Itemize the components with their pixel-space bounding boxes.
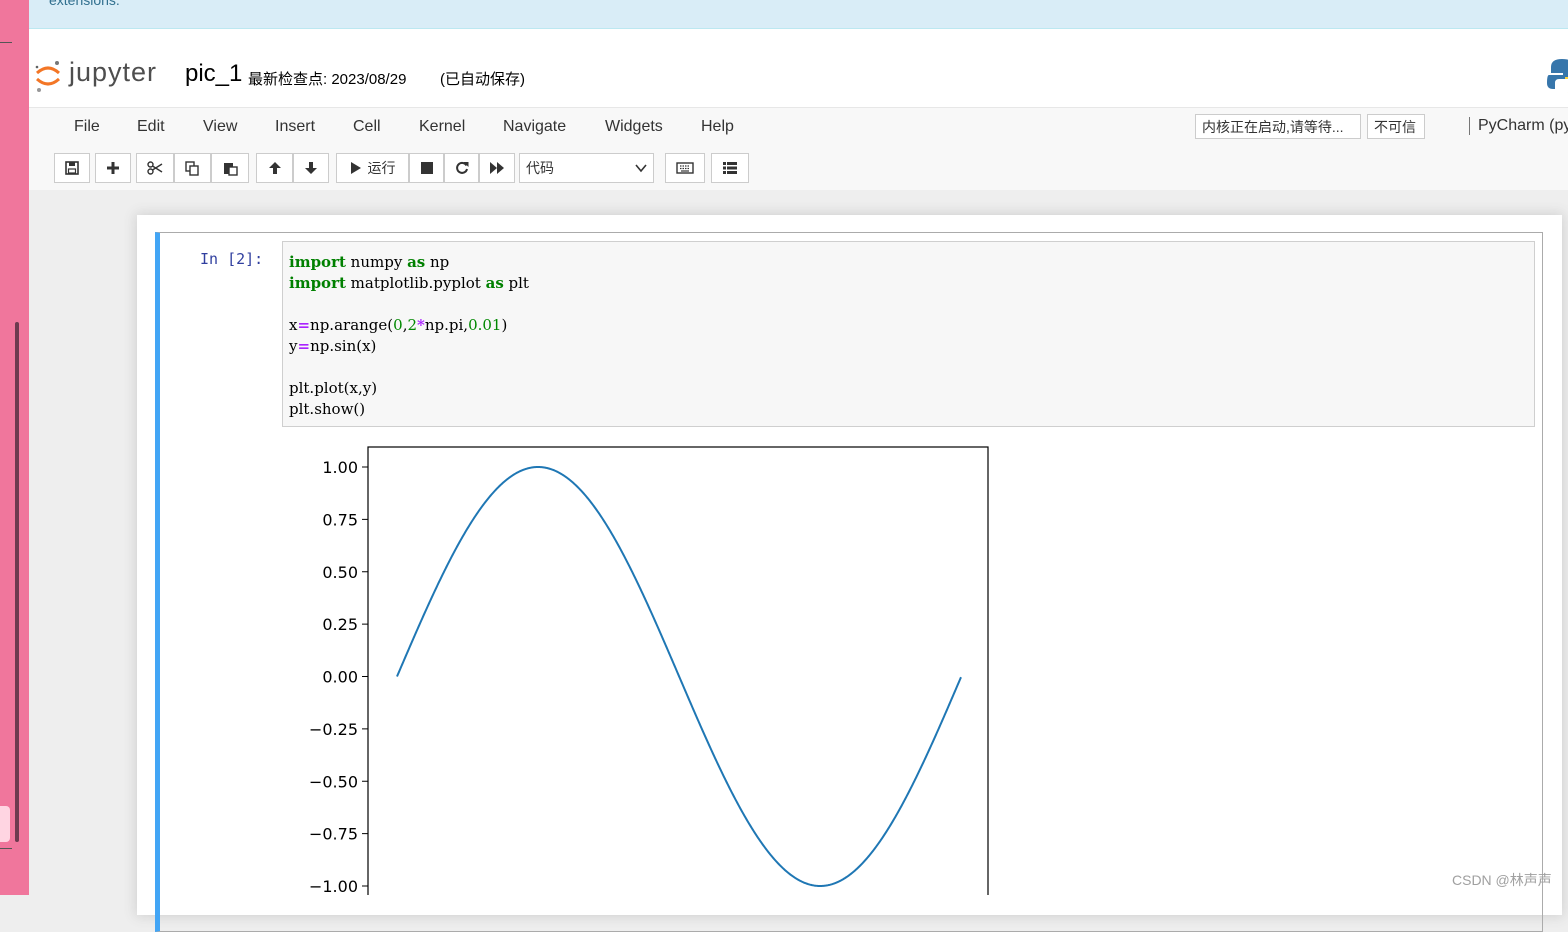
code-number: 0.01 <box>468 316 502 334</box>
play-icon <box>350 162 361 174</box>
restart-icon <box>455 161 468 174</box>
menu-view[interactable]: View <box>203 118 237 136</box>
fast-forward-icon <box>490 162 504 174</box>
cell-type-value: 代码 <box>526 160 554 176</box>
scissors-icon <box>147 161 163 175</box>
code-line-0-keyword: as <box>407 253 426 271</box>
toc-button[interactable] <box>711 153 749 183</box>
menu-kernel[interactable]: Kernel <box>419 118 465 136</box>
menu-navigate[interactable]: Navigate <box>503 118 566 136</box>
insert-cell-button[interactable] <box>95 153 131 183</box>
y-tick-label: −0.75 <box>309 825 358 844</box>
trust-indicator[interactable]: 不可信 <box>1367 114 1425 139</box>
code-number: 0 <box>393 316 403 334</box>
checkpoint-status: 最新检查点: 2023/08/29 <box>248 71 407 88</box>
code-line-0-keyword: import <box>289 253 346 271</box>
plus-icon <box>107 162 119 174</box>
run-button[interactable]: 运行 <box>336 153 409 183</box>
command-palette-button[interactable] <box>665 153 705 183</box>
y-tick-label: 0.75 <box>322 510 358 529</box>
cut-button[interactable] <box>136 153 174 183</box>
sine-series-line <box>396 465 962 888</box>
move-up-button[interactable] <box>256 153 293 183</box>
notice-banner: extensions. <box>29 0 1568 29</box>
y-tick-label: 1.00 <box>322 458 358 477</box>
code-operator: * <box>417 316 425 334</box>
chevron-down-icon <box>635 164 647 173</box>
input-prompt: In [2]: <box>200 250 264 268</box>
notice-text: extensions. <box>49 0 120 8</box>
notebook-header: jupyter pic_1 最新检查点: 2023/08/29 (已自动保存) <box>29 29 1568 107</box>
code-line-1-keyword: import <box>289 274 346 292</box>
restart-run-all-button[interactable] <box>479 153 515 183</box>
keyboard-icon <box>676 162 694 174</box>
os-side-strip <box>0 0 29 895</box>
menu-insert[interactable]: Insert <box>275 118 315 136</box>
y-axis-ticks: 1.00 0.75 0.50 0.25 0.00 −0.25 −0.50 −0.75 −1.00 <box>309 458 368 895</box>
save-icon <box>65 161 79 175</box>
strip-scrollbar[interactable] <box>15 322 19 842</box>
jupyter-logo-icon[interactable] <box>34 59 62 93</box>
jupyter-wordmark[interactable]: jupyter <box>69 57 157 88</box>
code-line-1-keyword: as <box>485 274 504 292</box>
strip-thumb[interactable] <box>0 806 10 842</box>
move-down-button[interactable] <box>293 153 329 183</box>
save-button[interactable] <box>54 153 90 183</box>
list-icon <box>723 162 737 174</box>
code-text[interactable]: import numpy as np import matplotlib.pyp… <box>289 252 529 420</box>
kernel-status-indicator[interactable]: 内核正在启动,请等待... <box>1195 114 1361 139</box>
y-tick-label: 0.50 <box>322 563 358 582</box>
y-tick-label: −0.50 <box>309 772 358 791</box>
y-tick-label: 0.00 <box>322 668 358 687</box>
restart-button[interactable] <box>444 153 479 183</box>
menu-widgets[interactable]: Widgets <box>605 118 663 136</box>
y-tick-label: 0.25 <box>322 615 358 634</box>
notebook-name[interactable]: pic_1 <box>185 60 242 88</box>
menu-bar: File Edit View Insert Cell Kernel Naviga… <box>29 107 1568 148</box>
watermark: CSDN @林声声 <box>1452 872 1552 888</box>
arrow-down-icon <box>305 162 317 174</box>
kernel-name[interactable]: PyCharm (py <box>1469 117 1568 135</box>
strip-dash <box>0 42 12 43</box>
python-logo-icon <box>1547 59 1568 93</box>
y-tick-label: −1.00 <box>309 877 358 895</box>
stop-icon <box>420 162 433 174</box>
code-number: 2 <box>407 316 418 334</box>
menu-file[interactable]: File <box>74 118 100 136</box>
menu-cell[interactable]: Cell <box>353 118 381 136</box>
toolbar: 运行 代码 <box>29 147 1568 190</box>
autosave-status: (已自动保存) <box>440 71 525 88</box>
output-plot: 1.00 0.75 0.50 0.25 0.00 −0.25 −0.50 −0.75 −1.00 <box>309 446 989 895</box>
copy-icon <box>185 160 199 176</box>
plot-frame <box>367 446 989 895</box>
code-operator: = <box>297 316 311 334</box>
cell-type-select[interactable]: 代码 <box>519 153 654 183</box>
interrupt-button[interactable] <box>409 153 444 183</box>
copy-button[interactable] <box>174 153 211 183</box>
run-label: 运行 <box>367 160 396 176</box>
menu-edit[interactable]: Edit <box>137 118 165 136</box>
paste-button[interactable] <box>211 153 249 183</box>
arrow-up-icon <box>268 162 281 174</box>
jupyter-page: extensions. jupyter pic_1 最新检查点: 2023/08… <box>29 0 1568 932</box>
code-editor[interactable]: import numpy as np import matplotlib.pyp… <box>282 241 1535 427</box>
strip-dash <box>0 848 12 849</box>
menu-help[interactable]: Help <box>701 118 734 136</box>
paste-icon <box>223 162 238 176</box>
code-operator: = <box>297 337 311 355</box>
y-tick-label: −0.25 <box>309 720 358 739</box>
